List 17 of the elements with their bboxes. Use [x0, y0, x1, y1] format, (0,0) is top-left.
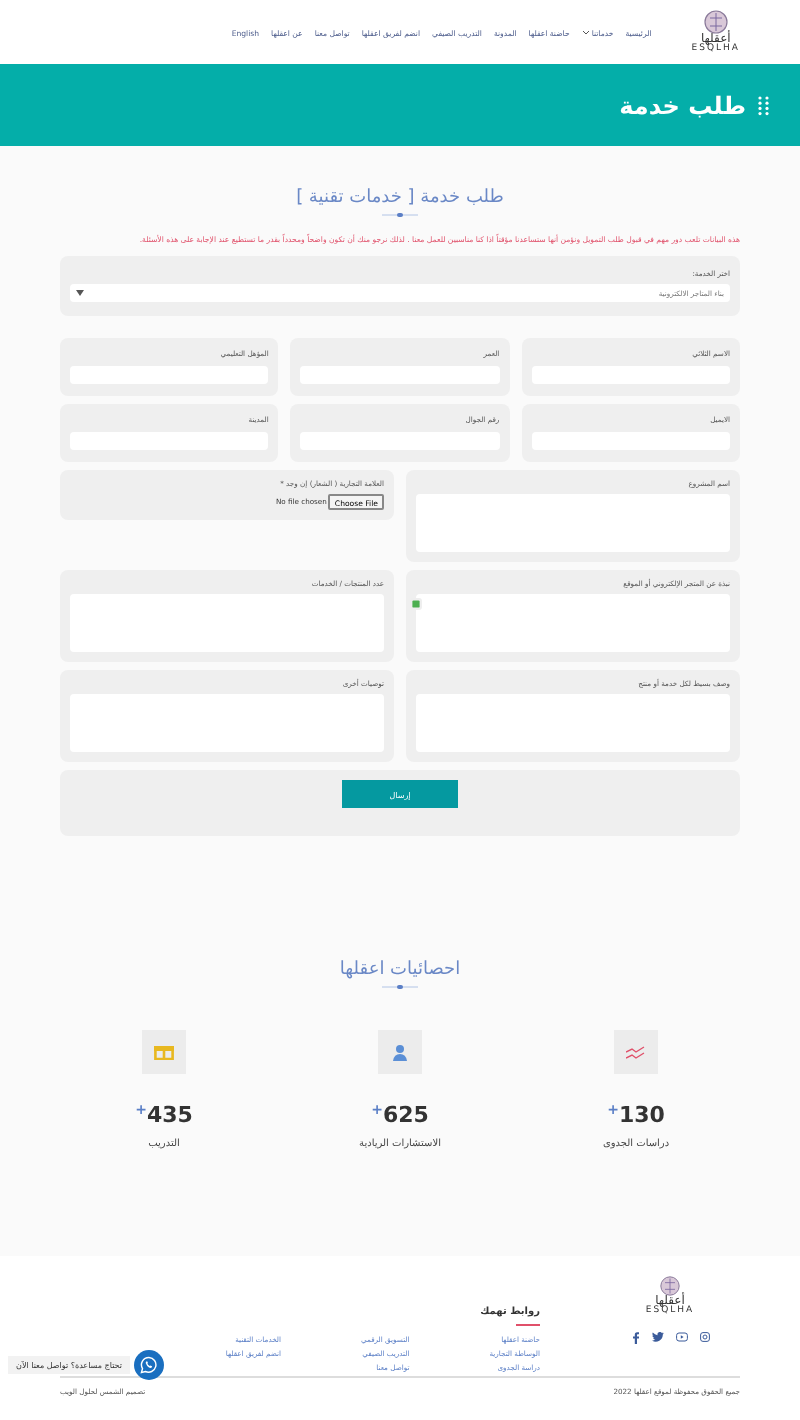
- text-area[interactable]: [416, 594, 730, 653]
- stat-number: 435: [146, 1102, 193, 1129]
- youtube-icon[interactable]: [675, 1332, 687, 1342]
- whatsapp-button[interactable]: [133, 1350, 164, 1380]
- divider-icon: [382, 212, 418, 218]
- twitter-icon[interactable]: [651, 1332, 663, 1342]
- facebook-icon[interactable]: [631, 1331, 639, 1343]
- page-title: طلب خدمة: [619, 91, 746, 119]
- instagram-icon[interactable]: [699, 1332, 709, 1342]
- dots-icon: [758, 95, 770, 115]
- stats-title: احصائيات اعقلها: [339, 960, 461, 981]
- whatsapp-icon: [139, 1356, 158, 1374]
- caret-icon: [76, 290, 84, 297]
- stat-number: 625: [382, 1102, 429, 1129]
- stat-number: 130: [618, 1102, 665, 1129]
- divider-icon: [382, 984, 418, 991]
- form-title: طلب خدمة [ خدمات تقنية ]: [296, 188, 504, 208]
